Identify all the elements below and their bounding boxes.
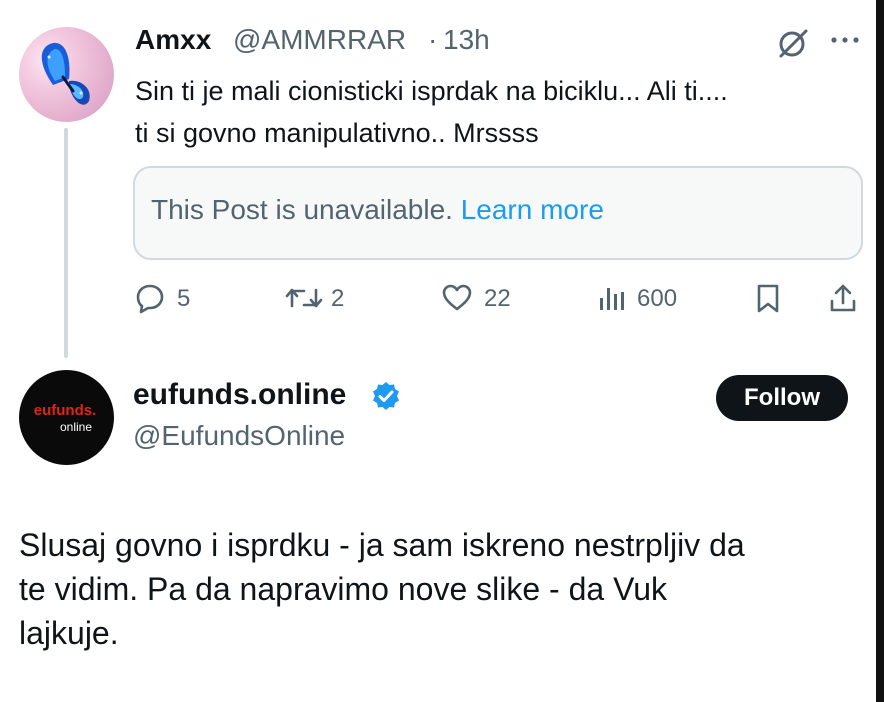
post-timestamp[interactable]: 13h	[443, 24, 490, 56]
post-text: Slusaj govno i isprdku - ja sam iskreno …	[19, 527, 745, 651]
author-display-name[interactable]: eufunds.online	[133, 378, 346, 412]
like-icon[interactable]	[441, 282, 473, 314]
quoted-post-message: This Post is unavailable. Learn more	[151, 194, 604, 226]
views-icon[interactable]	[596, 282, 628, 314]
separator-dot: ·	[428, 24, 438, 55]
views-count: 600	[637, 285, 678, 312]
grok-icon[interactable]	[776, 26, 810, 60]
avatar-logo-subtext: online	[60, 420, 93, 434]
avatar[interactable]	[19, 27, 114, 122]
author-handle[interactable]: @AMMRRAR	[233, 24, 406, 56]
repost-count: 2	[331, 285, 345, 312]
repost-icon[interactable]	[284, 282, 324, 314]
more-options-icon[interactable]	[829, 32, 861, 48]
author-display-name[interactable]: Amxx	[135, 24, 211, 56]
reply-count: 5	[177, 285, 191, 312]
follow-button[interactable]: Follow	[716, 375, 848, 421]
author-handle[interactable]: @EufundsOnline	[133, 420, 345, 452]
like-count: 22	[484, 285, 511, 312]
avatar-logo-text: eufunds.	[33, 402, 97, 419]
unavailable-text: This Post is unavailable.	[151, 194, 461, 225]
post-text: Sin ti je mali cionisticki isprdak na bi…	[135, 76, 728, 148]
bookmark-icon[interactable]	[752, 282, 784, 314]
butterfly-avatar-image	[41, 42, 90, 105]
reply-icon[interactable]	[134, 282, 166, 314]
share-icon[interactable]	[827, 282, 859, 314]
learn-more-link[interactable]: Learn more	[461, 194, 604, 225]
verified-icon	[373, 382, 399, 410]
thread-connector-line	[64, 128, 68, 358]
screen-edge	[876, 0, 884, 702]
